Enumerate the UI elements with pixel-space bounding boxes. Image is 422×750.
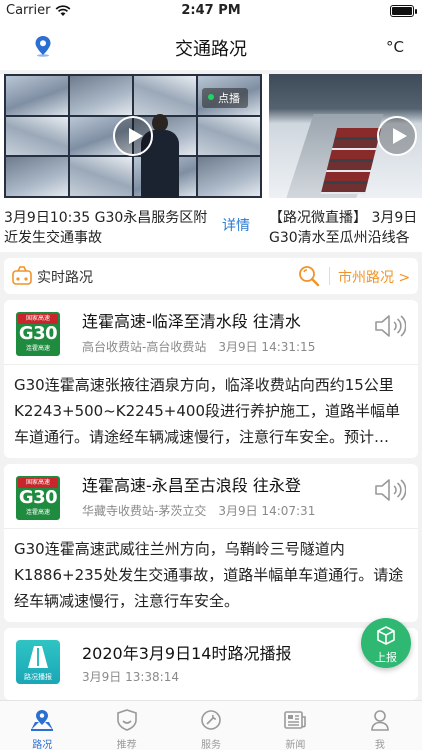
event-title: 连霍高速-永昌至古浪段 往永登 — [82, 476, 301, 495]
recommend-icon — [116, 709, 137, 731]
speaker-icon[interactable] — [374, 478, 406, 502]
detail-link[interactable]: 详情 — [222, 215, 250, 235]
profile-icon — [371, 710, 389, 731]
traffic-event-card[interactable]: 国家高速 G30 连霍高速 连霍高速-临泽至清水段 往清水 高台收费站-高台收费… — [4, 300, 418, 458]
slide-caption-line1: 【路况微直播】 3月9日 — [269, 210, 418, 226]
tab-label: 推荐 — [116, 740, 137, 750]
play-icon[interactable] — [113, 116, 153, 156]
divider — [4, 364, 418, 365]
page-title: 交通路况 — [175, 39, 247, 60]
traffic-report-card[interactable]: 路况播报 2020年3月9日14时路况播报 3月9日 13:38:14 — [4, 628, 418, 700]
road-condition-icon — [31, 710, 54, 731]
divider — [4, 528, 418, 529]
report-time: 3月9日 13:38:14 — [82, 670, 179, 684]
city-traffic-link[interactable]: 市州路况 > — [338, 267, 410, 287]
traffic-event-card[interactable]: 国家高速 G30 连霍高速 连霍高速-永昌至古浪段 往永登 华藏寺收费站-茅茨立… — [4, 464, 418, 622]
video-thumbnail[interactable] — [269, 74, 422, 198]
carousel-slide[interactable]: 【路况微直播】 3月9日 G30清水至瓜州沿线各 — [269, 74, 422, 252]
tab-label: 服务 — [201, 740, 222, 750]
status-bar: Carrier 2:47 PM — [0, 0, 422, 22]
upload-box-icon — [377, 626, 395, 645]
event-time: 3月9日 14:07:31 — [218, 504, 316, 518]
carousel-slide[interactable]: 点播 3月9日10:35 G30永昌服务区附近发生交通事故 详情 — [4, 74, 262, 252]
event-title: 连霍高速-临泽至清水段 往清水 — [82, 312, 301, 331]
tab-service[interactable]: 服务 — [169, 701, 253, 750]
event-time: 3月9日 14:31:15 — [218, 340, 316, 354]
event-meta: 华藏寺收费站-茅茨立交 3月9日 14:07:31 — [82, 502, 315, 519]
slide-caption-line2: G30清水至瓜州沿线各 — [269, 230, 410, 246]
video-thumbnail[interactable]: 点播 — [4, 74, 262, 198]
report-label: 上报 — [375, 651, 397, 664]
highway-shield-icon: 国家高速 G30 连霍高速 — [16, 476, 60, 520]
road-sign-icon — [12, 266, 32, 285]
service-icon — [201, 710, 221, 730]
app-screen: Carrier 2:47 PM 交通路况 °C 点播 3月9日10:35 G30… — [0, 0, 422, 750]
battery-icon — [390, 5, 417, 17]
tab-label: 我 — [374, 740, 385, 750]
traffic-report-icon: 路况播报 — [16, 640, 60, 684]
on-demand-tag: 点播 — [202, 88, 248, 108]
report-title: 2020年3月9日14时路况播报 — [82, 644, 292, 663]
tab-news[interactable]: 新闻 — [253, 701, 337, 750]
tab-profile[interactable]: 我 — [338, 701, 422, 750]
live-video-carousel[interactable]: 点播 3月9日10:35 G30永昌服务区附近发生交通事故 详情 【路况微直播】… — [0, 74, 422, 252]
event-description: G30连霍高速武威往兰州方向，乌鞘岭三号隧道内K1886+235处发生交通事故，… — [14, 540, 404, 610]
clock: 2:47 PM — [181, 3, 241, 18]
temperature-unit-toggle[interactable]: °C — [386, 38, 404, 56]
realtime-traffic-bar: 实时路况 市州路况 > — [4, 258, 418, 294]
tab-label: 路况 — [32, 740, 53, 750]
nav-header: 交通路况 °C — [0, 22, 422, 70]
report-button[interactable]: 上报 — [361, 618, 411, 668]
highway-shield-icon: 国家高速 G30 连霍高速 — [16, 312, 60, 356]
tab-road-condition[interactable]: 路况 — [0, 701, 84, 750]
event-stations: 华藏寺收费站-茅茨立交 — [82, 504, 207, 518]
news-icon — [284, 711, 307, 729]
event-meta: 高台收费站-高台收费站 3月9日 14:31:15 — [82, 338, 315, 355]
play-icon[interactable] — [377, 116, 417, 156]
speaker-icon[interactable] — [374, 314, 406, 338]
divider — [329, 267, 330, 285]
tab-recommend[interactable]: 推荐 — [84, 701, 168, 750]
bottom-tab-bar: 路况 推荐 服务 新闻 我 — [0, 700, 422, 750]
search-icon[interactable] — [298, 265, 320, 287]
tab-label: 新闻 — [285, 740, 306, 750]
realtime-traffic-label: 实时路况 — [37, 270, 93, 286]
event-stations: 高台收费站-高台收费站 — [82, 340, 207, 354]
slide-caption: 3月9日10:35 G30永昌服务区附近发生交通事故 — [4, 210, 208, 246]
event-description: G30连霍高速张掖往酒泉方向，临泽收费站向西约15公里K2243+500~K22… — [14, 376, 400, 446]
